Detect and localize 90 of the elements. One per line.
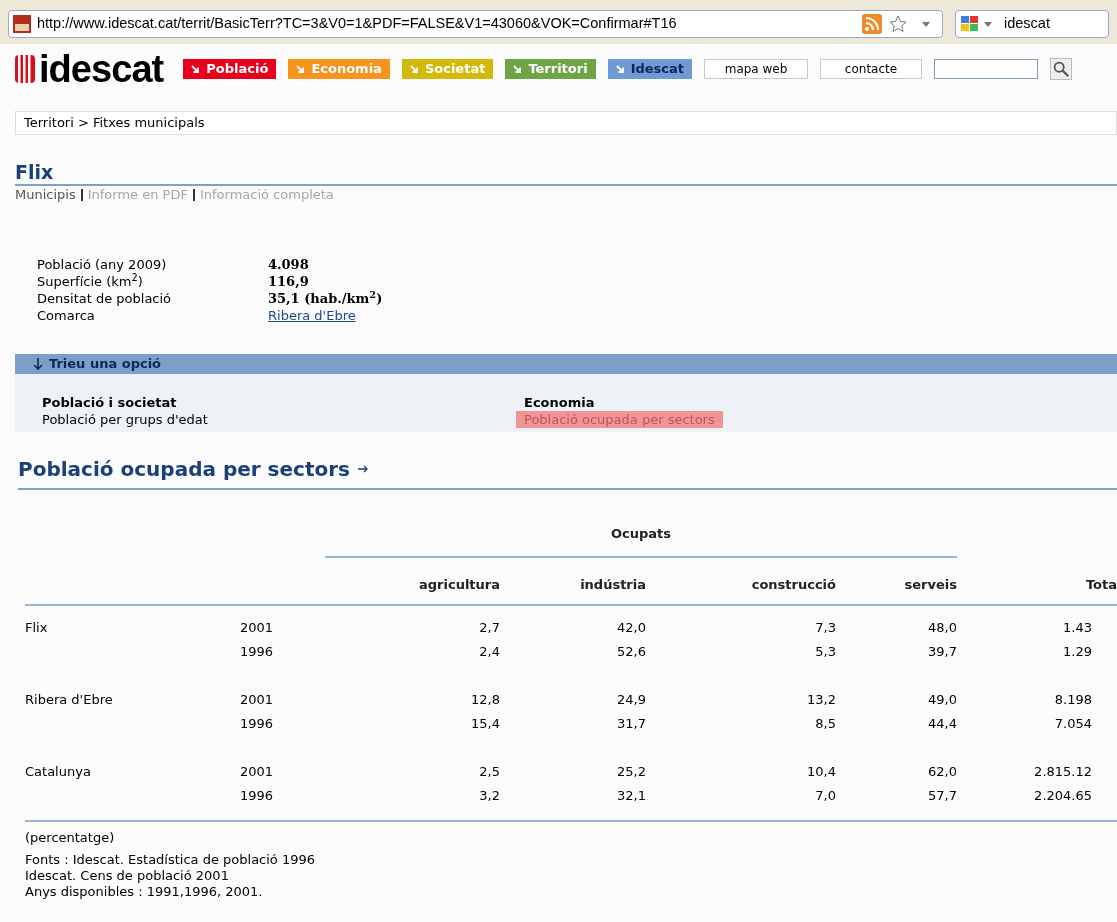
caret-icon xyxy=(984,21,992,27)
table-cell-text: 8.198 xyxy=(1054,691,1092,709)
row-label: Ribera d'Ebre xyxy=(25,692,113,707)
arrow-icon xyxy=(296,64,306,74)
fact-label: Comarca xyxy=(37,307,96,324)
site-logo-text[interactable]: idescat xyxy=(39,50,164,88)
table-cell: 7,0 xyxy=(815,788,836,803)
arrow-icon xyxy=(513,64,523,74)
column-header: indústria xyxy=(580,576,646,592)
star-icon[interactable] xyxy=(888,14,908,34)
table-cell: 49,0 xyxy=(928,692,957,707)
header-link[interactable]: mapa web xyxy=(704,59,808,79)
table-cell-text: 7.054 xyxy=(1054,715,1092,733)
arrow-icon xyxy=(615,64,625,74)
fact-value: 116,9 xyxy=(268,273,309,290)
header-link[interactable]: contacte xyxy=(820,59,922,79)
row-label: Catalunya xyxy=(25,764,91,779)
table-cell-text: 2.204.65 xyxy=(1034,787,1092,805)
column-header: Tota xyxy=(1085,576,1117,592)
search-engine-box[interactable]: idescat xyxy=(955,10,1109,38)
table-cell: 2,7 xyxy=(479,620,500,635)
search-icon[interactable] xyxy=(1050,58,1072,80)
column-header: agricultura xyxy=(419,576,500,592)
table-cell: 1996 xyxy=(240,644,274,659)
fact-value: 4.098 xyxy=(268,256,309,273)
table-cell: 2001 xyxy=(240,692,274,707)
table-cell: 7,3 xyxy=(815,620,836,635)
option-link[interactable]: Població per grups d'edat xyxy=(42,411,208,428)
table-cell: 31,7 xyxy=(617,716,646,731)
table-cell: 10,4 xyxy=(807,764,836,779)
table-cell: 48,0 xyxy=(928,620,957,635)
table-cell: 39,7 xyxy=(928,644,957,659)
table-cell: 13,2 xyxy=(807,692,836,707)
address-bar[interactable]: http://www.idescat.cat/territ/BasicTerr?TC=3&V0=1&PDF=FALSE&V1=43060&VOK=Confirmar#T16 xyxy=(8,10,943,38)
column-header: serveis xyxy=(904,576,957,592)
stripes-logo-icon xyxy=(15,55,35,83)
search-engine-text: idescat xyxy=(1004,14,1050,34)
table-cell-text: 1.29 xyxy=(1063,643,1092,661)
colorful-squares-icon xyxy=(960,15,980,33)
url-text: http://www.idescat.cat/territ/BasicTerr?TC=3&V0=1&PDF=FALSE&V1=43060&VOK=Confirmar#T16 xyxy=(37,14,678,34)
table-cell: 2,4 xyxy=(479,644,500,659)
option-heading: Economia xyxy=(524,394,596,411)
table-cell: 8,5 xyxy=(815,716,836,731)
arrow-icon xyxy=(409,64,419,74)
sub-link[interactable]: Municipis xyxy=(15,186,76,204)
fact-label: Densitat de població xyxy=(37,290,173,307)
fact-link[interactable]: Ribera d'Ebre xyxy=(268,307,356,324)
table-cell: 1996 xyxy=(240,788,274,803)
down-arrow-icon xyxy=(33,358,43,370)
fact-value: 35,1 (hab./km$^{2}$) xyxy=(268,290,383,307)
table-cell-text: 2.815.12 xyxy=(1034,763,1092,781)
arrow-icon xyxy=(191,64,201,74)
column-group-header: Ocupats xyxy=(610,526,671,541)
row-label: Flix xyxy=(25,620,48,635)
section-title: Població ocupada per sectors xyxy=(18,456,350,483)
source-note: Idescat. Cens de població 2001 xyxy=(25,868,230,884)
site-search-field[interactable] xyxy=(934,59,1038,79)
nav-tab[interactable]: Idescat xyxy=(607,59,692,79)
table-cell: 3,2 xyxy=(479,788,500,803)
options-title: Trieu una opció xyxy=(49,355,162,374)
table-cell: 2,5 xyxy=(479,764,500,779)
source-note: Anys disponibles : 1991,1996, 2001. xyxy=(25,884,264,900)
source-note: Fonts : Idescat. Estadística de població 1996 xyxy=(25,852,317,868)
option-heading: Població i societat xyxy=(42,394,178,411)
table-cell: 32,1 xyxy=(617,788,646,803)
fact-label: Superfície (km$^{2}$) xyxy=(37,273,144,290)
table-cell-text: 1.43 xyxy=(1063,619,1092,637)
table-cell: 62,0 xyxy=(928,764,957,779)
table-cell: 2001 xyxy=(240,620,274,635)
nav-tab[interactable]: Població xyxy=(183,59,277,79)
table-cell: 1996 xyxy=(240,716,274,731)
right-arrow-icon xyxy=(358,465,368,473)
rss-icon[interactable] xyxy=(862,14,882,34)
table-cell: 15,4 xyxy=(471,716,500,731)
page-title: Flix xyxy=(15,160,55,184)
table-cell: 5,3 xyxy=(815,644,836,659)
caret-icon[interactable] xyxy=(922,21,930,27)
table-cell: 57,7 xyxy=(928,788,957,803)
table-cell: 12,8 xyxy=(471,692,500,707)
fact-label: Població (any 2009) xyxy=(37,256,168,273)
table-cell: 25,2 xyxy=(617,764,646,779)
table-cell: 24,9 xyxy=(617,692,646,707)
table-cell: 2001 xyxy=(240,764,274,779)
column-header: construcció xyxy=(751,576,836,592)
site-favicon-icon xyxy=(13,15,31,33)
breadcrumb-text: Territori > Fitxes municipals xyxy=(24,114,205,133)
table-cell: 44,4 xyxy=(928,716,957,731)
table-cell: 42,0 xyxy=(617,620,646,635)
table-cell: 52,6 xyxy=(617,644,646,659)
unit-note: (percentatge) xyxy=(25,830,116,846)
